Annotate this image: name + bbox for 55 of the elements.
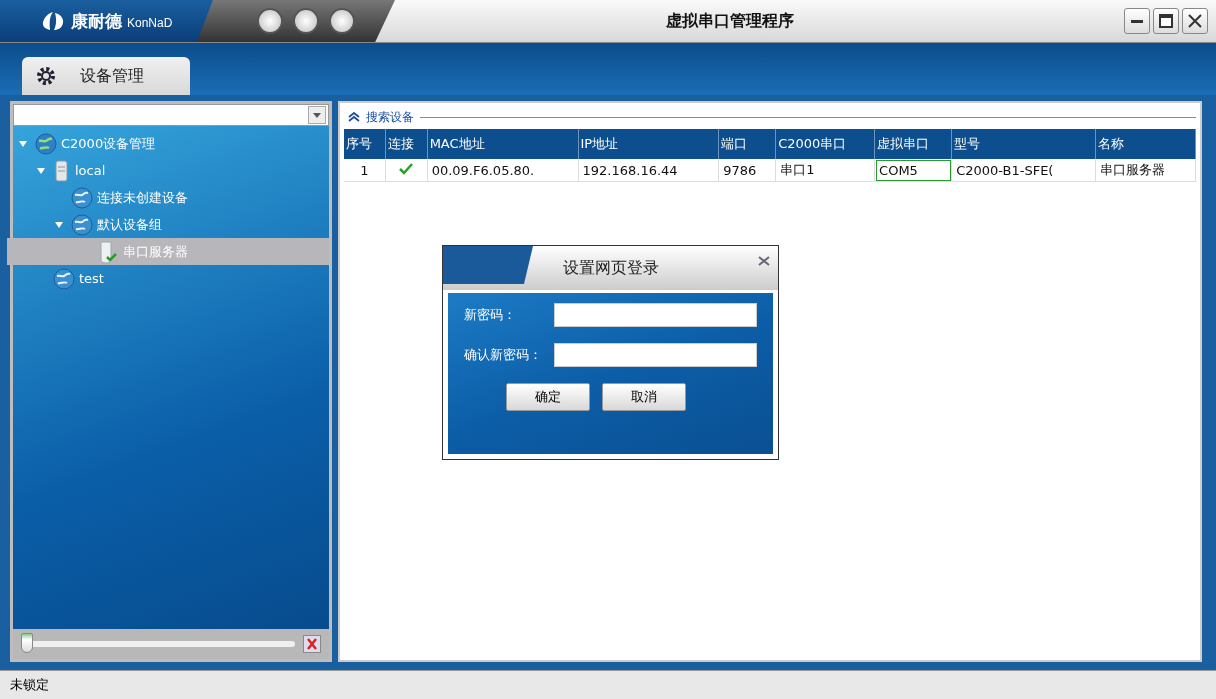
section-title: 搜索设备: [366, 108, 414, 126]
expand-caret-icon[interactable]: [37, 166, 45, 175]
column-header[interactable]: C2000串口: [775, 129, 875, 159]
globe-icon: [71, 186, 93, 209]
dialog-title: 设置网页登录: [562, 257, 659, 279]
maximize-button[interactable]: [1153, 8, 1179, 34]
column-header[interactable]: 端口: [718, 129, 776, 159]
table-cell: 1: [344, 159, 386, 182]
minimize-button[interactable]: [1124, 8, 1150, 34]
table-cell: 9786: [718, 159, 776, 182]
expand-caret-icon[interactable]: [55, 220, 63, 229]
column-header[interactable]: 名称: [1095, 129, 1196, 159]
gear-icon: [36, 66, 56, 86]
tree-item[interactable]: test: [31, 265, 329, 292]
status-text: 未锁定: [10, 676, 49, 694]
tab[interactable]: 设备管理: [22, 57, 190, 95]
logo-text: 康耐德: [71, 9, 122, 33]
server-icon: [53, 159, 71, 182]
globe-icon: [53, 267, 75, 290]
table-cell: C2000-B1-SFE(: [951, 159, 1096, 182]
device-check-icon: [97, 239, 119, 264]
dialog-button[interactable]: 确定: [505, 383, 590, 411]
table-cell: COM5: [874, 159, 952, 182]
close-button[interactable]: [1182, 8, 1208, 34]
window-title: 虚拟串口管理程序: [665, 10, 794, 32]
delete-icon[interactable]: [303, 635, 321, 653]
zoom-slider[interactable]: [21, 633, 295, 655]
field-label: 确认新密码：: [464, 346, 543, 364]
logo-icon: [40, 10, 66, 32]
password-field[interactable]: [554, 303, 757, 327]
logo-text: KonNaD: [127, 16, 173, 30]
table-cell: 串口1: [775, 159, 875, 182]
tree-item[interactable]: 默认设备组: [49, 211, 329, 238]
table-cell: 192.168.16.44: [578, 159, 719, 182]
globe-icon: [71, 213, 93, 236]
column-header[interactable]: 虚拟串口: [874, 129, 952, 159]
column-header[interactable]: 连接: [385, 129, 428, 159]
tree-item[interactable]: 连接未创建设备: [49, 184, 329, 211]
minimize-icon: [1131, 19, 1143, 23]
column-header[interactable]: IP地址: [578, 129, 719, 159]
column-header[interactable]: 型号: [951, 129, 1096, 159]
device-dropdown[interactable]: [13, 104, 329, 126]
dialog-button[interactable]: 取消: [601, 383, 686, 411]
maximize-icon: [1158, 13, 1174, 29]
column-header[interactable]: 序号: [344, 129, 386, 159]
expand-caret-icon[interactable]: [19, 139, 27, 148]
table-cell: 串口服务器: [1095, 159, 1196, 182]
field-label: 新密码：: [464, 306, 517, 324]
table-cell: 00.09.F6.05.80.: [427, 159, 578, 182]
column-header[interactable]: MAC地址: [427, 129, 578, 159]
collapse-chevron-icon[interactable]: [348, 112, 360, 122]
globe-icon: [35, 132, 57, 155]
close-icon: [1187, 13, 1203, 29]
password-field[interactable]: [554, 343, 757, 367]
slider-thumb[interactable]: [21, 633, 33, 653]
